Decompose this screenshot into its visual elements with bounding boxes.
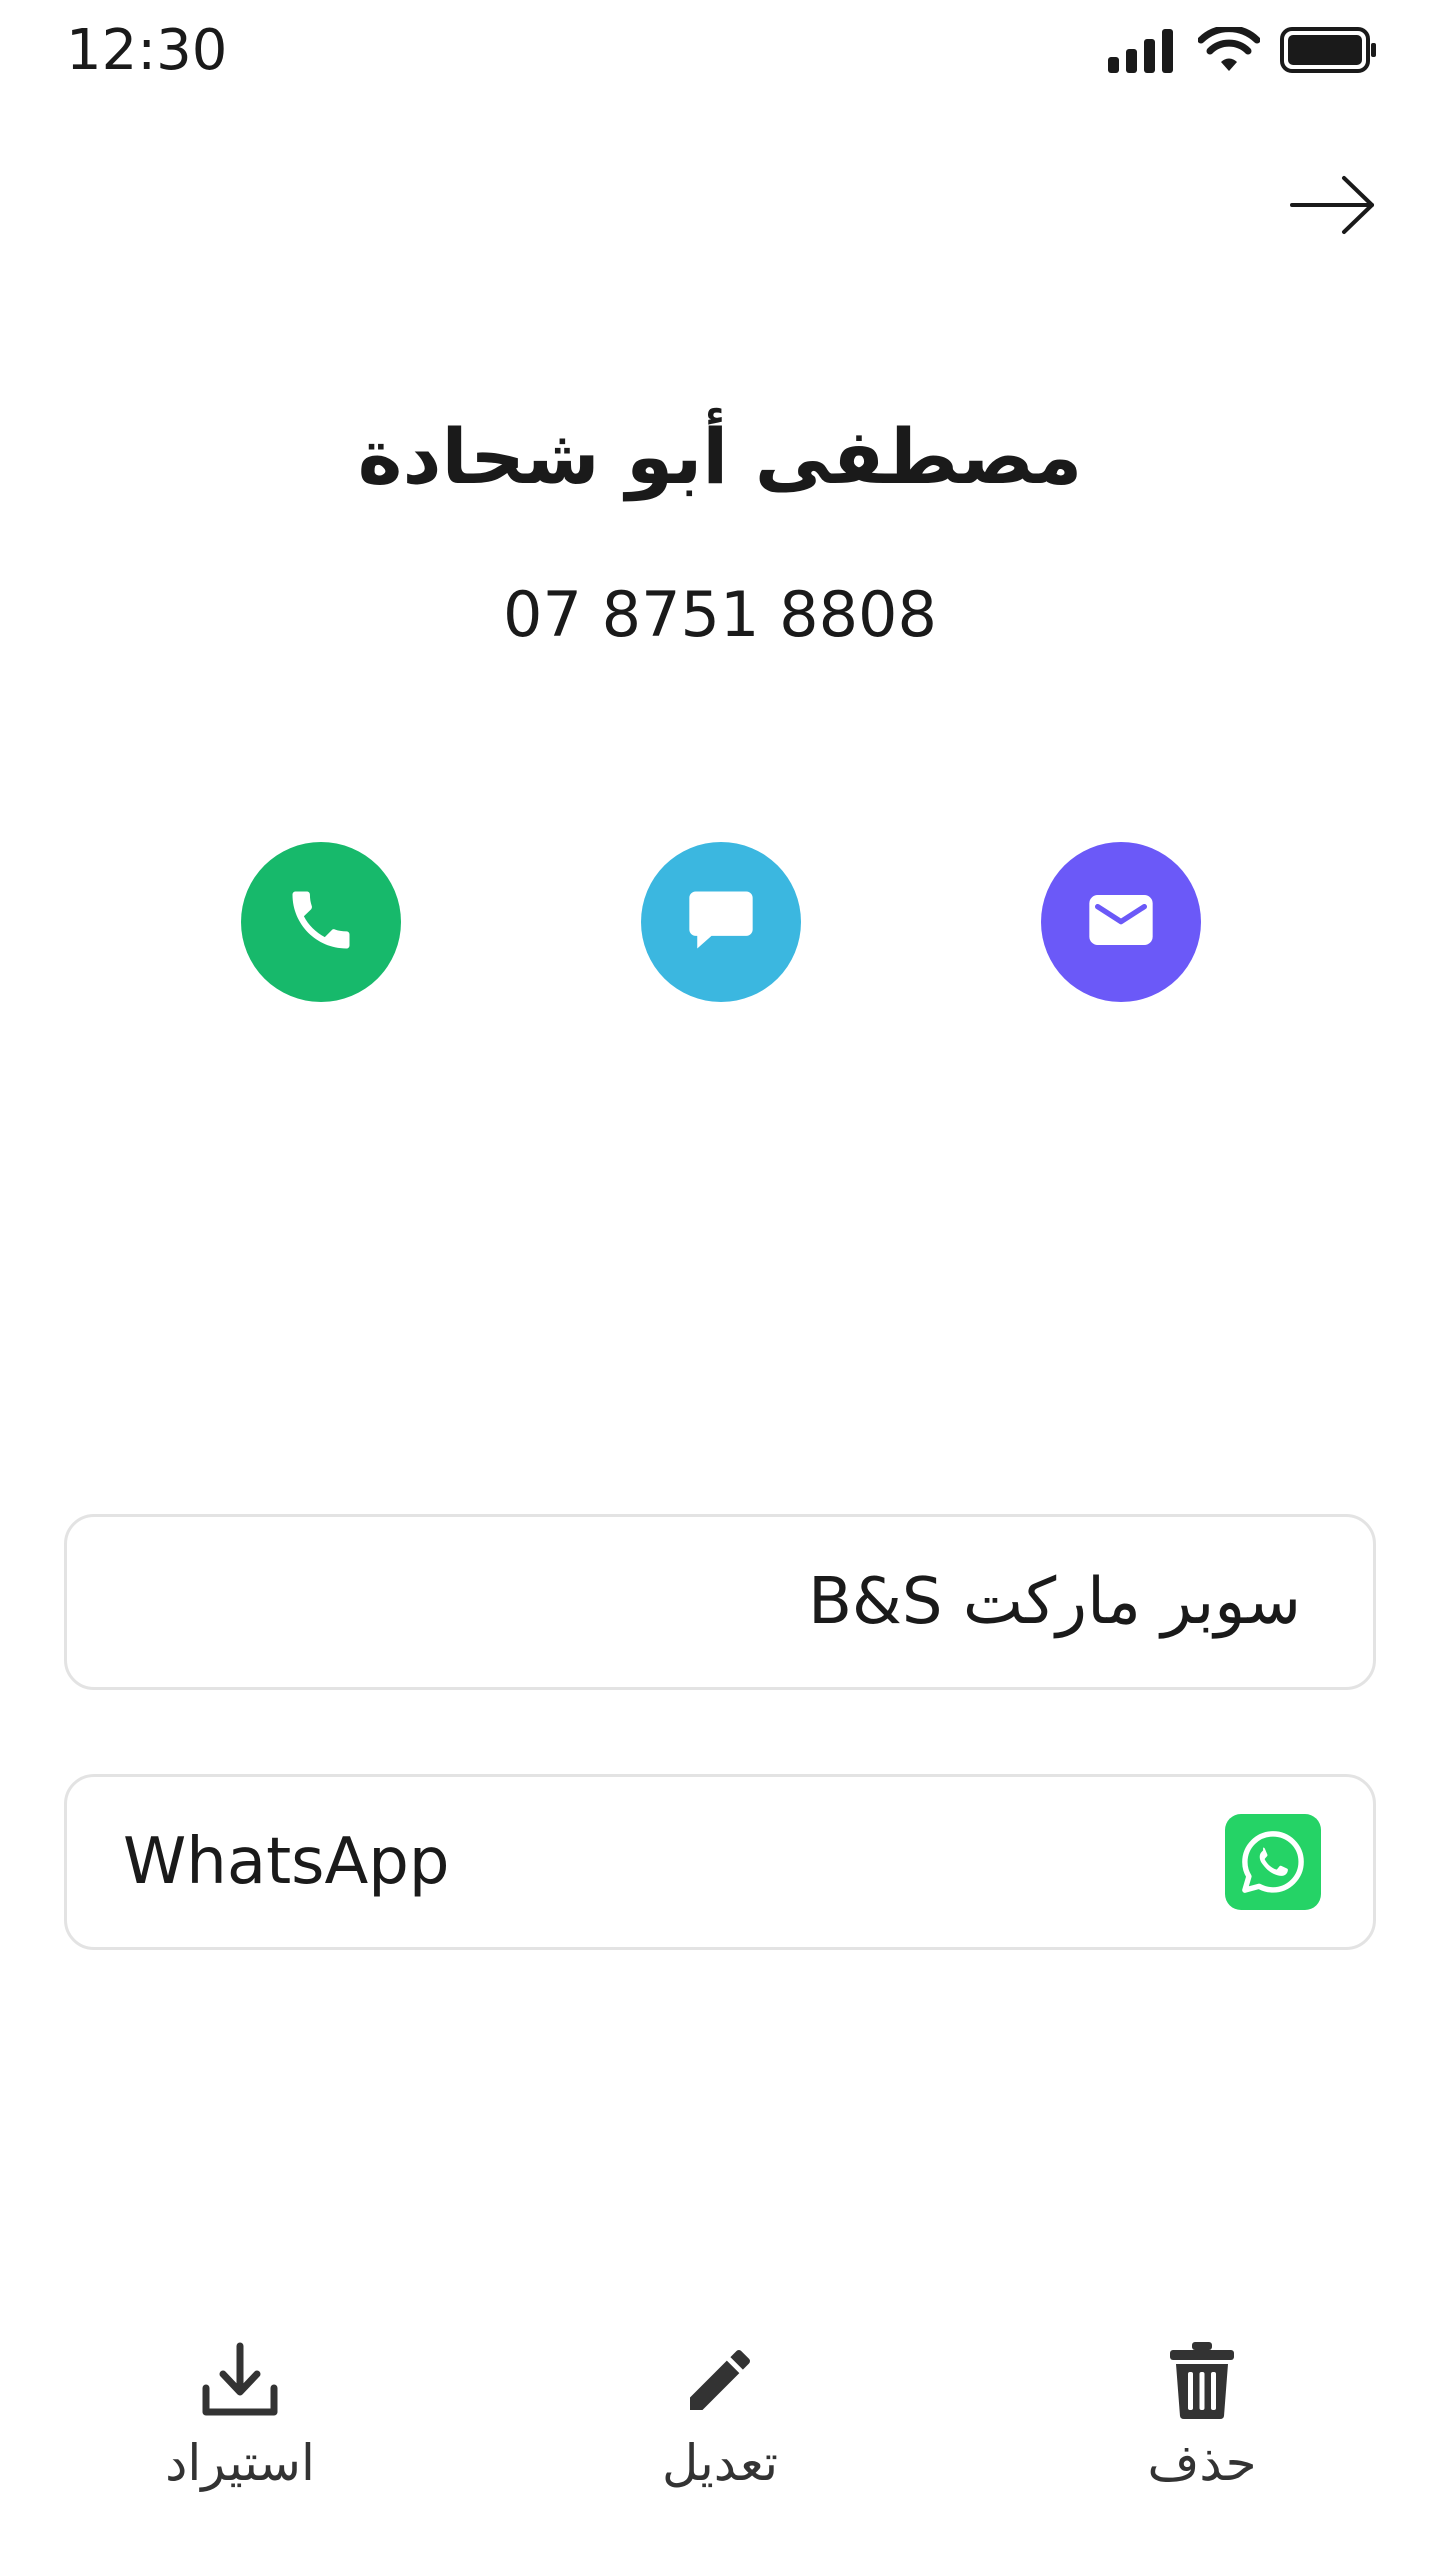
whatsapp-label: WhatsApp xyxy=(123,1825,450,1899)
company-name: سوبر ماركت B&S xyxy=(808,1565,1301,1639)
delete-button[interactable]: حذف xyxy=(1082,2340,1322,2510)
import-label: استيراد xyxy=(165,2434,315,2492)
battery-icon xyxy=(1280,26,1378,78)
contact-phone: 07 8751 8808 xyxy=(503,578,937,651)
message-icon xyxy=(683,882,759,962)
envelope-icon xyxy=(1081,880,1161,964)
pencil-icon xyxy=(680,2340,760,2420)
edit-button[interactable]: تعديل xyxy=(600,2340,840,2510)
wifi-icon xyxy=(1197,25,1261,77)
message-button[interactable] xyxy=(641,842,801,1002)
download-icon xyxy=(200,2340,280,2420)
status-icons xyxy=(1108,25,1378,78)
whatsapp-card[interactable]: WhatsApp xyxy=(64,1774,1376,1950)
status-bar: 12:30 xyxy=(0,0,1440,100)
phone-icon xyxy=(283,882,359,962)
contact-detail-screen: 12:30 مصطفى أبو شحادة 07 8751 8808 سوبر … xyxy=(0,0,1440,2560)
import-button[interactable]: استيراد xyxy=(120,2340,360,2510)
status-time: 12:30 xyxy=(66,18,228,83)
email-button[interactable] xyxy=(1041,842,1201,1002)
whatsapp-icon xyxy=(1225,1814,1321,1910)
company-card: سوبر ماركت B&S xyxy=(64,1514,1376,1690)
arrow-right-icon xyxy=(1290,175,1376,239)
trash-icon xyxy=(1162,2340,1242,2420)
contact-name: مصطفى أبو شحادة xyxy=(357,412,1083,501)
back-button[interactable] xyxy=(1288,172,1378,242)
edit-label: تعديل xyxy=(661,2434,779,2492)
cellular-signal-icon xyxy=(1108,27,1178,77)
delete-label: حذف xyxy=(1147,2434,1257,2492)
call-button[interactable] xyxy=(241,842,401,1002)
